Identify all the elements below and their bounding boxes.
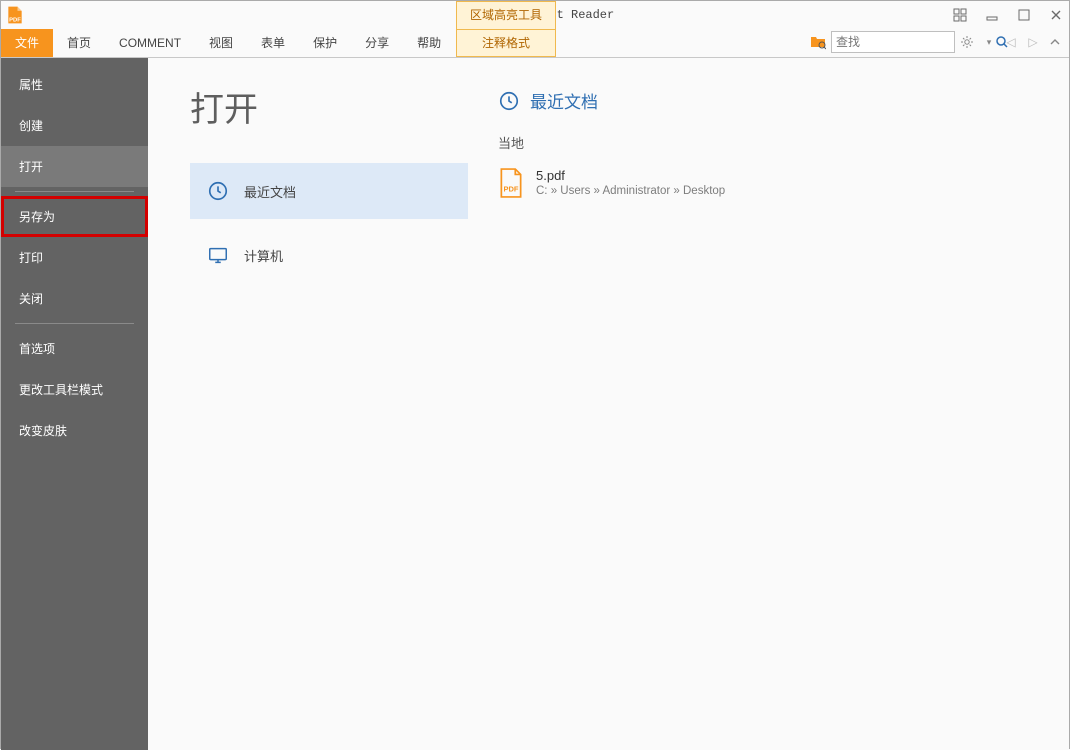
menu-file[interactable]: 文件 [1, 29, 53, 57]
close-icon[interactable] [1047, 6, 1065, 24]
sidebar-item-close[interactable]: 关闭 [1, 278, 148, 319]
menubar: 文件 首页 COMMENT 视图 表单 保护 分享 帮助 注释格式 ▾ ◁ ▷ [1, 29, 1069, 58]
menu-protect[interactable]: 保护 [299, 29, 351, 57]
menu-help[interactable]: 帮助 [403, 29, 455, 57]
svg-text:PDF: PDF [504, 185, 519, 194]
main-area: 属性 创建 打开 另存为 打印 关闭 首选项 更改工具栏模式 改变皮肤 打开 最… [1, 58, 1069, 750]
computer-icon [206, 243, 230, 267]
menu-share[interactable]: 分享 [351, 29, 403, 57]
dropdown-icon[interactable]: ▾ [981, 34, 997, 50]
titlebar: PDF 5.pdf * - Foxit Reader 区域高亮工具 [1, 1, 1069, 29]
nav-next-icon[interactable]: ▷ [1025, 34, 1041, 50]
recent-docs-header: 最近文档 [498, 88, 1049, 113]
option-computer[interactable]: 计算机 [190, 227, 468, 283]
option-recent-docs[interactable]: 最近文档 [190, 163, 468, 219]
clock-icon [498, 90, 520, 112]
menu-home[interactable]: 首页 [53, 29, 105, 57]
recent-docs-column: 最近文档 当地 PDF 5.pdf C: » Users » Administr… [488, 58, 1069, 750]
window-controls [951, 1, 1065, 29]
recent-file-item[interactable]: PDF 5.pdf C: » Users » Administrator » D… [498, 164, 1049, 202]
annotation-format-tab[interactable]: 注释格式 [456, 29, 556, 57]
divider [15, 323, 134, 324]
content-area: 打开 最近文档 计算机 最近文档 当地 [148, 58, 1069, 750]
sidebar-item-create[interactable]: 创建 [1, 105, 148, 146]
search-box [831, 31, 955, 53]
collapse-icon[interactable] [1047, 34, 1063, 50]
recent-header-label: 最近文档 [530, 88, 598, 113]
sidebar-item-properties[interactable]: 属性 [1, 64, 148, 105]
pdf-file-icon: PDF [498, 168, 524, 198]
sidebar-item-preferences[interactable]: 首选项 [1, 328, 148, 369]
sidebar-item-save-as[interactable]: 另存为 [1, 196, 148, 237]
clock-icon [206, 179, 230, 203]
menu-view[interactable]: 视图 [195, 29, 247, 57]
minimize-icon[interactable] [983, 6, 1001, 24]
file-path: C: » Users » Administrator » Desktop [536, 185, 725, 197]
sidebar-item-print[interactable]: 打印 [1, 237, 148, 278]
sidebar-item-change-skin[interactable]: 改变皮肤 [1, 410, 148, 451]
ribbon-toggle-icon[interactable] [951, 6, 969, 24]
option-label: 最近文档 [244, 182, 296, 201]
find-folder-icon[interactable] [809, 33, 827, 51]
highlight-tool-tab[interactable]: 区域高亮工具 [456, 1, 556, 29]
divider [15, 191, 134, 192]
file-name: 5.pdf [536, 168, 725, 183]
local-section-label: 当地 [498, 133, 1049, 152]
menu-form[interactable]: 表单 [247, 29, 299, 57]
file-info: 5.pdf C: » Users » Administrator » Deskt… [536, 168, 725, 197]
menu-comment[interactable]: COMMENT [105, 29, 195, 57]
sidebar-item-open[interactable]: 打开 [1, 146, 148, 187]
search-area: ▾ ◁ ▷ [809, 31, 1063, 53]
page-title: 打开 [190, 82, 468, 131]
gear-icon[interactable] [959, 34, 975, 50]
sidebar-item-change-toolbar-mode[interactable]: 更改工具栏模式 [1, 369, 148, 410]
open-options-column: 打开 最近文档 计算机 [148, 58, 488, 750]
maximize-icon[interactable] [1015, 6, 1033, 24]
svg-text:PDF: PDF [9, 18, 21, 24]
app-pdf-icon: PDF [1, 1, 29, 29]
option-label: 计算机 [244, 246, 283, 265]
file-menu-sidebar: 属性 创建 打开 另存为 打印 关闭 首选项 更改工具栏模式 改变皮肤 [1, 58, 148, 750]
nav-prev-icon[interactable]: ◁ [1003, 34, 1019, 50]
